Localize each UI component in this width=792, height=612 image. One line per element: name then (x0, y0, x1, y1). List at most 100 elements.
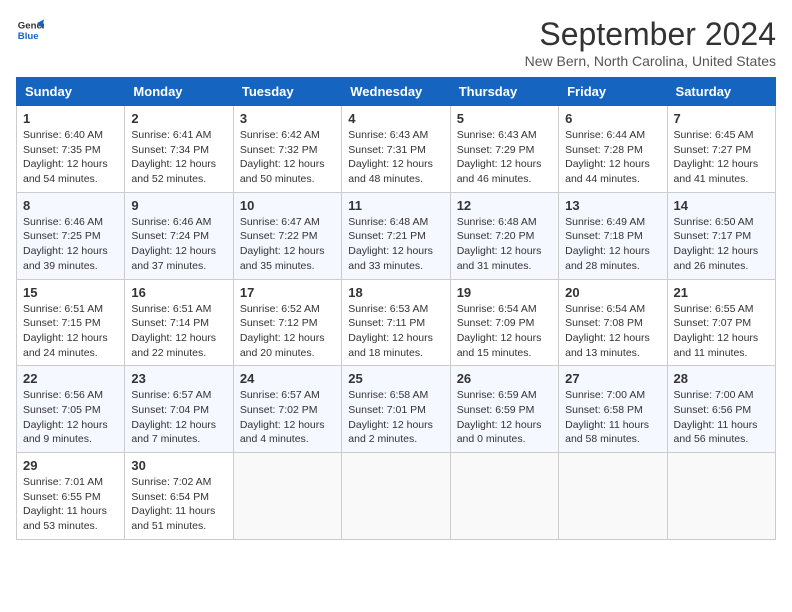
sunset-text: Sunset: 7:25 PM (23, 229, 118, 244)
sunrise-text: Sunrise: 6:55 AM (674, 302, 769, 317)
sunrise-text: Sunrise: 6:42 AM (240, 128, 335, 143)
calendar-cell: 14 Sunrise: 6:50 AM Sunset: 7:17 PM Dayl… (667, 192, 775, 279)
page-header: General Blue September 2024 New Bern, No… (16, 16, 776, 69)
calendar-cell: 11 Sunrise: 6:48 AM Sunset: 7:21 PM Dayl… (342, 192, 450, 279)
daylight-text: Daylight: 11 hours and 51 minutes. (131, 504, 226, 533)
daylight-text: Daylight: 12 hours and 11 minutes. (674, 331, 769, 360)
sunrise-text: Sunrise: 6:40 AM (23, 128, 118, 143)
sunrise-text: Sunrise: 6:53 AM (348, 302, 443, 317)
day-info: Sunrise: 6:45 AM Sunset: 7:27 PM Dayligh… (674, 128, 769, 187)
day-number: 21 (674, 285, 769, 300)
day-info: Sunrise: 6:44 AM Sunset: 7:28 PM Dayligh… (565, 128, 660, 187)
calendar-cell (667, 453, 775, 540)
calendar-cell: 18 Sunrise: 6:53 AM Sunset: 7:11 PM Dayl… (342, 279, 450, 366)
calendar-cell: 22 Sunrise: 6:56 AM Sunset: 7:05 PM Dayl… (17, 366, 125, 453)
calendar-cell: 21 Sunrise: 6:55 AM Sunset: 7:07 PM Dayl… (667, 279, 775, 366)
daylight-text: Daylight: 11 hours and 58 minutes. (565, 418, 660, 447)
sunrise-text: Sunrise: 6:54 AM (565, 302, 660, 317)
calendar-cell: 15 Sunrise: 6:51 AM Sunset: 7:15 PM Dayl… (17, 279, 125, 366)
calendar-cell: 1 Sunrise: 6:40 AM Sunset: 7:35 PM Dayli… (17, 106, 125, 193)
sunrise-text: Sunrise: 6:56 AM (23, 388, 118, 403)
day-number: 15 (23, 285, 118, 300)
calendar-cell: 17 Sunrise: 6:52 AM Sunset: 7:12 PM Dayl… (233, 279, 341, 366)
sunset-text: Sunset: 7:01 PM (348, 403, 443, 418)
daylight-text: Daylight: 12 hours and 15 minutes. (457, 331, 552, 360)
day-number: 19 (457, 285, 552, 300)
calendar-cell: 2 Sunrise: 6:41 AM Sunset: 7:34 PM Dayli… (125, 106, 233, 193)
sunrise-text: Sunrise: 6:51 AM (23, 302, 118, 317)
sunset-text: Sunset: 6:58 PM (565, 403, 660, 418)
daylight-text: Daylight: 11 hours and 56 minutes. (674, 418, 769, 447)
sunset-text: Sunset: 7:11 PM (348, 316, 443, 331)
sunset-text: Sunset: 6:54 PM (131, 490, 226, 505)
sunrise-text: Sunrise: 6:41 AM (131, 128, 226, 143)
day-number: 26 (457, 371, 552, 386)
day-header-wednesday: Wednesday (342, 78, 450, 106)
day-info: Sunrise: 6:46 AM Sunset: 7:24 PM Dayligh… (131, 215, 226, 274)
day-number: 12 (457, 198, 552, 213)
day-info: Sunrise: 7:02 AM Sunset: 6:54 PM Dayligh… (131, 475, 226, 534)
sunrise-text: Sunrise: 6:43 AM (457, 128, 552, 143)
sunset-text: Sunset: 7:07 PM (674, 316, 769, 331)
sunset-text: Sunset: 7:09 PM (457, 316, 552, 331)
location-subtitle: New Bern, North Carolina, United States (525, 53, 776, 69)
daylight-text: Daylight: 12 hours and 13 minutes. (565, 331, 660, 360)
calendar-cell: 23 Sunrise: 6:57 AM Sunset: 7:04 PM Dayl… (125, 366, 233, 453)
daylight-text: Daylight: 11 hours and 53 minutes. (23, 504, 118, 533)
sunrise-text: Sunrise: 6:48 AM (457, 215, 552, 230)
daylight-text: Daylight: 12 hours and 54 minutes. (23, 157, 118, 186)
daylight-text: Daylight: 12 hours and 48 minutes. (348, 157, 443, 186)
day-info: Sunrise: 6:51 AM Sunset: 7:15 PM Dayligh… (23, 302, 118, 361)
sunrise-text: Sunrise: 7:00 AM (565, 388, 660, 403)
calendar-cell: 24 Sunrise: 6:57 AM Sunset: 7:02 PM Dayl… (233, 366, 341, 453)
sunset-text: Sunset: 7:21 PM (348, 229, 443, 244)
day-number: 4 (348, 111, 443, 126)
day-info: Sunrise: 6:53 AM Sunset: 7:11 PM Dayligh… (348, 302, 443, 361)
calendar-cell (233, 453, 341, 540)
day-info: Sunrise: 7:00 AM Sunset: 6:58 PM Dayligh… (565, 388, 660, 447)
day-info: Sunrise: 6:57 AM Sunset: 7:02 PM Dayligh… (240, 388, 335, 447)
sunset-text: Sunset: 7:22 PM (240, 229, 335, 244)
day-number: 25 (348, 371, 443, 386)
calendar-cell (342, 453, 450, 540)
daylight-text: Daylight: 12 hours and 46 minutes. (457, 157, 552, 186)
sunset-text: Sunset: 7:12 PM (240, 316, 335, 331)
sunset-text: Sunset: 7:18 PM (565, 229, 660, 244)
sunrise-text: Sunrise: 6:45 AM (674, 128, 769, 143)
day-info: Sunrise: 6:40 AM Sunset: 7:35 PM Dayligh… (23, 128, 118, 187)
daylight-text: Daylight: 12 hours and 24 minutes. (23, 331, 118, 360)
daylight-text: Daylight: 12 hours and 20 minutes. (240, 331, 335, 360)
day-number: 7 (674, 111, 769, 126)
day-number: 13 (565, 198, 660, 213)
day-info: Sunrise: 6:59 AM Sunset: 6:59 PM Dayligh… (457, 388, 552, 447)
day-info: Sunrise: 6:46 AM Sunset: 7:25 PM Dayligh… (23, 215, 118, 274)
sunset-text: Sunset: 7:31 PM (348, 143, 443, 158)
day-number: 3 (240, 111, 335, 126)
sunset-text: Sunset: 7:04 PM (131, 403, 226, 418)
day-info: Sunrise: 6:55 AM Sunset: 7:07 PM Dayligh… (674, 302, 769, 361)
day-number: 17 (240, 285, 335, 300)
day-info: Sunrise: 6:47 AM Sunset: 7:22 PM Dayligh… (240, 215, 335, 274)
svg-text:Blue: Blue (18, 31, 39, 42)
day-number: 1 (23, 111, 118, 126)
calendar-cell (559, 453, 667, 540)
daylight-text: Daylight: 12 hours and 22 minutes. (131, 331, 226, 360)
calendar-cell: 9 Sunrise: 6:46 AM Sunset: 7:24 PM Dayli… (125, 192, 233, 279)
day-info: Sunrise: 6:48 AM Sunset: 7:20 PM Dayligh… (457, 215, 552, 274)
day-number: 27 (565, 371, 660, 386)
calendar-cell: 6 Sunrise: 6:44 AM Sunset: 7:28 PM Dayli… (559, 106, 667, 193)
calendar-week-row: 1 Sunrise: 6:40 AM Sunset: 7:35 PM Dayli… (17, 106, 776, 193)
sunset-text: Sunset: 7:20 PM (457, 229, 552, 244)
daylight-text: Daylight: 12 hours and 39 minutes. (23, 244, 118, 273)
calendar-cell: 20 Sunrise: 6:54 AM Sunset: 7:08 PM Dayl… (559, 279, 667, 366)
day-info: Sunrise: 6:43 AM Sunset: 7:31 PM Dayligh… (348, 128, 443, 187)
daylight-text: Daylight: 12 hours and 52 minutes. (131, 157, 226, 186)
day-info: Sunrise: 6:57 AM Sunset: 7:04 PM Dayligh… (131, 388, 226, 447)
calendar-cell: 12 Sunrise: 6:48 AM Sunset: 7:20 PM Dayl… (450, 192, 558, 279)
day-header-saturday: Saturday (667, 78, 775, 106)
daylight-text: Daylight: 12 hours and 31 minutes. (457, 244, 552, 273)
day-header-tuesday: Tuesday (233, 78, 341, 106)
sunset-text: Sunset: 7:08 PM (565, 316, 660, 331)
sunrise-text: Sunrise: 6:48 AM (348, 215, 443, 230)
calendar-cell: 3 Sunrise: 6:42 AM Sunset: 7:32 PM Dayli… (233, 106, 341, 193)
